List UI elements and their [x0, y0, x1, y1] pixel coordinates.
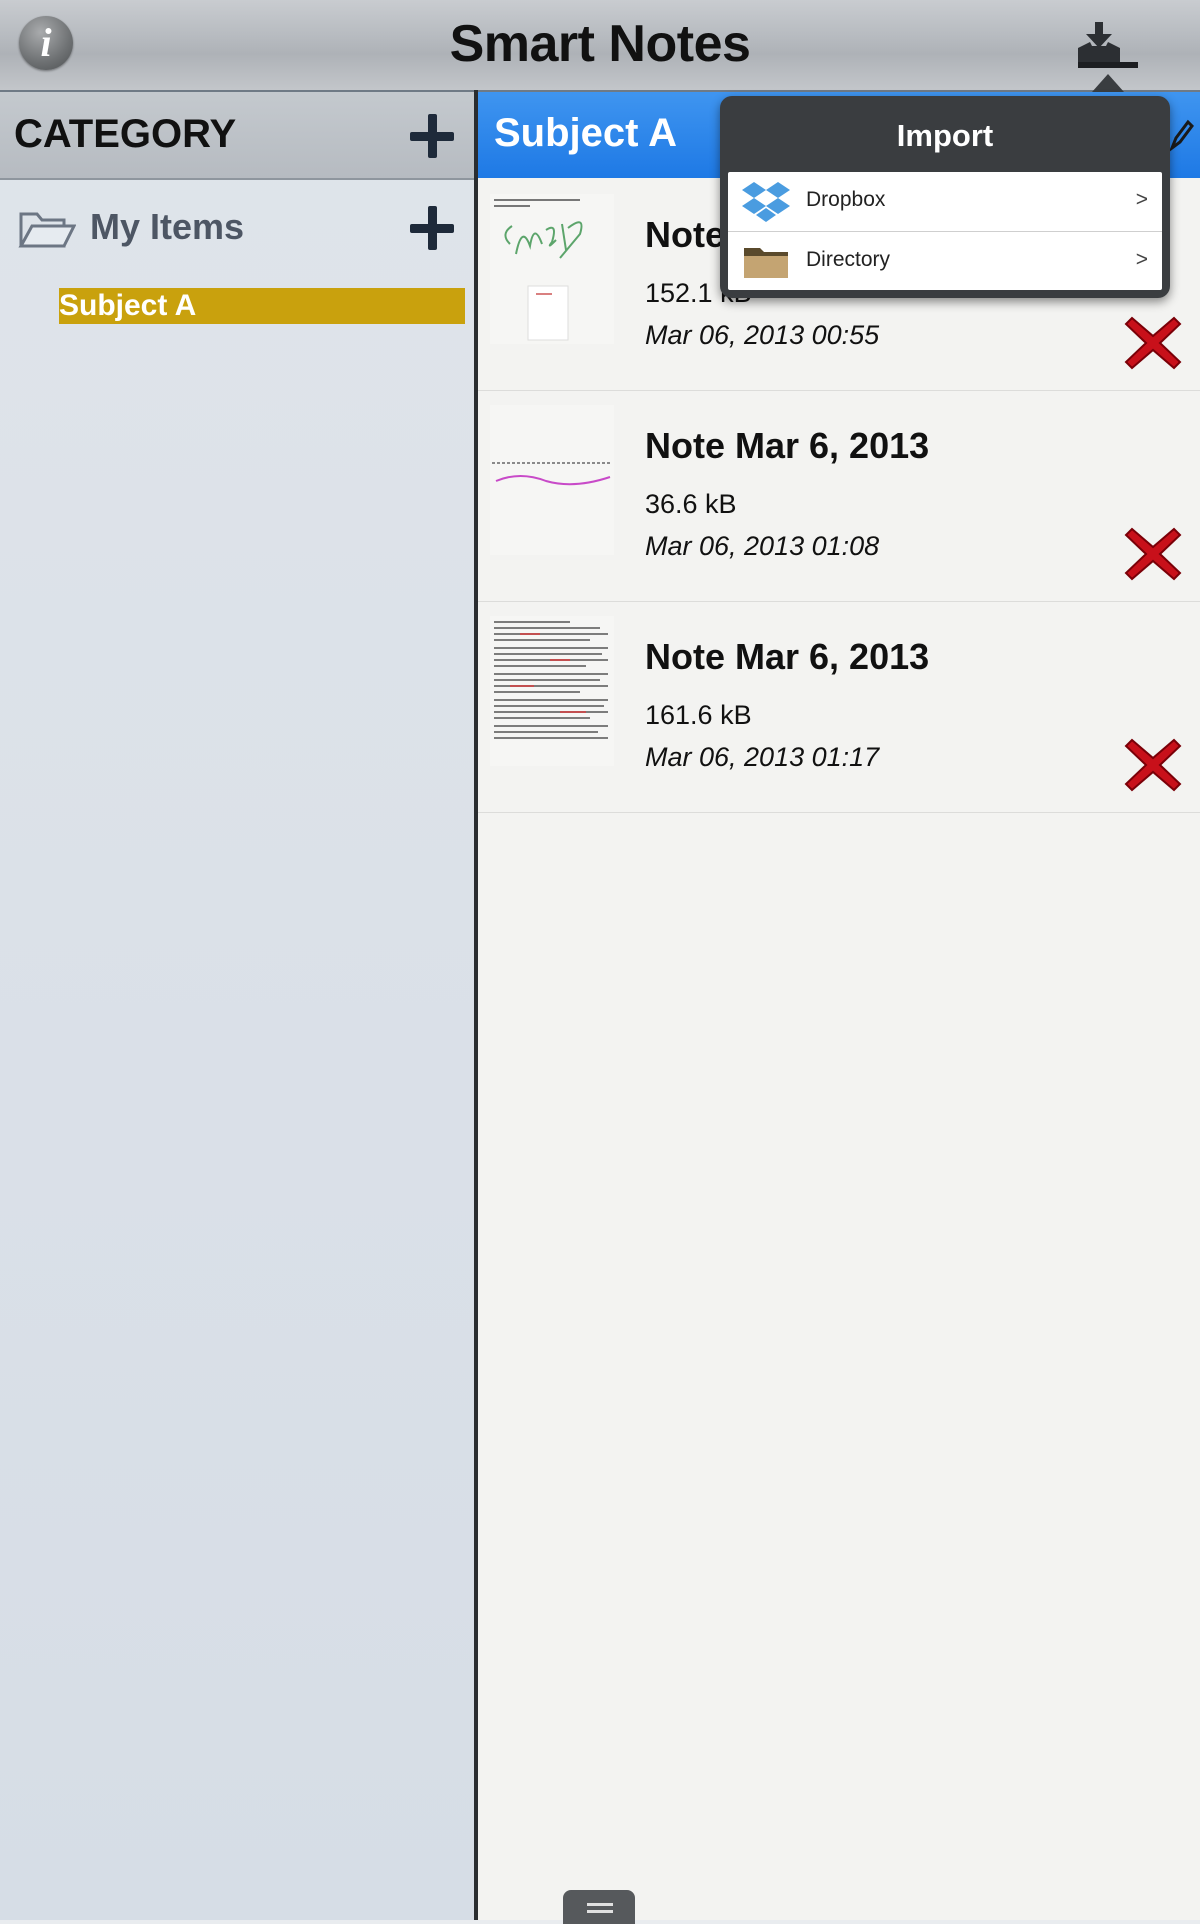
- chevron-right-icon: >: [1135, 188, 1148, 211]
- delete-icon[interactable]: [1124, 736, 1182, 794]
- note-thumbnail: [490, 405, 614, 555]
- category-pane: CATEGORY My Items Subject A: [0, 92, 474, 1920]
- add-category-button[interactable]: [410, 114, 454, 158]
- note-title: Note Mar 6, 2013: [645, 425, 930, 466]
- note-thumbnail: [490, 616, 614, 766]
- import-option-directory[interactable]: Directory >: [728, 231, 1162, 290]
- note-date: Mar 06, 2013 01:08: [645, 531, 880, 561]
- import-option-label: Dropbox: [806, 188, 886, 211]
- popover-arrow: [1092, 74, 1124, 92]
- top-bar: i Smart Notes: [0, 0, 1200, 92]
- note-row[interactable]: Note Mar 6, 2013 36.6 kB Mar 06, 2013 01…: [478, 391, 1200, 602]
- category-title: CATEGORY: [14, 112, 237, 156]
- app-title: Smart Notes: [449, 15, 751, 73]
- note-size: 36.6 kB: [645, 489, 737, 519]
- import-options-list: Dropbox > Directory >: [728, 172, 1162, 290]
- import-option-dropbox[interactable]: Dropbox >: [728, 172, 1162, 231]
- open-folder-icon: [18, 212, 76, 248]
- note-thumbnail: [490, 194, 614, 344]
- add-subject-button[interactable]: [410, 206, 454, 250]
- chevron-right-icon: >: [1135, 248, 1148, 271]
- import-tray-icon[interactable]: [1076, 22, 1138, 72]
- my-items-group[interactable]: My Items: [18, 202, 398, 254]
- import-option-label: Directory: [806, 248, 891, 271]
- note-date: Mar 06, 2013 00:55: [645, 320, 880, 350]
- notes-pane: Subject A Note 152.1 kB Mar 06, 2013 00:…: [478, 92, 1200, 1920]
- delete-icon[interactable]: [1124, 525, 1182, 583]
- note-title: Note Mar 6, 2013: [645, 636, 930, 677]
- dropbox-icon: [742, 182, 790, 222]
- import-popover: Import Dropbox > Directory >: [720, 96, 1170, 298]
- category-header: CATEGORY: [0, 92, 474, 180]
- note-size: 161.6 kB: [645, 700, 752, 730]
- note-title: Note: [645, 214, 725, 255]
- edit-pencil-icon[interactable]: [1166, 114, 1194, 154]
- sidebar-item-subject-a[interactable]: Subject A: [59, 288, 465, 324]
- note-row[interactable]: Note Mar 6, 2013 161.6 kB Mar 06, 2013 0…: [478, 602, 1200, 813]
- folder-icon: [744, 248, 788, 278]
- delete-icon[interactable]: [1124, 314, 1182, 372]
- my-items-label: My Items: [90, 206, 245, 247]
- note-date: Mar 06, 2013 01:17: [645, 742, 880, 772]
- bottom-drawer-handle[interactable]: [563, 1890, 635, 1924]
- popover-title: Import: [896, 118, 994, 153]
- subject-title: Subject A: [494, 111, 677, 155]
